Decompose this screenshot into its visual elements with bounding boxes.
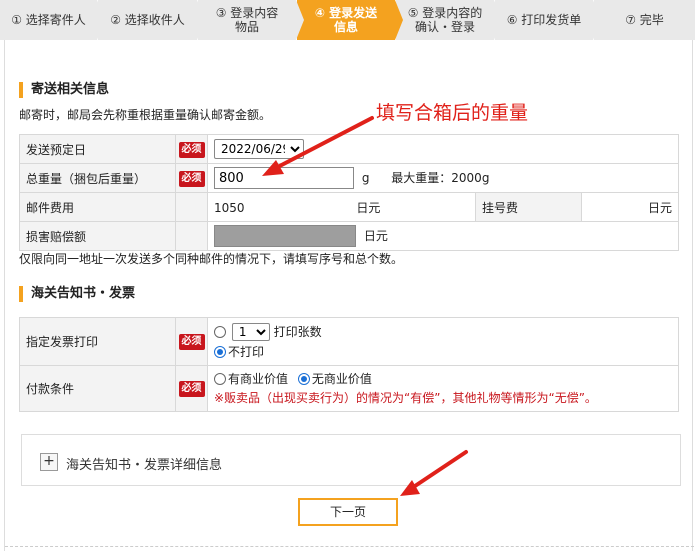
required-badge: 必须	[178, 141, 205, 158]
row-weight: 总重量（捆包后重量） 必须 g 最大重量：2000g	[19, 163, 679, 193]
copies-label: 打印张数	[273, 324, 322, 339]
main-content: 寄送相关信息 邮寄时，邮局会先称重根据重量确认邮寄金额。 发送预定日 必须 20…	[4, 40, 694, 551]
copies-select[interactable]: 1	[231, 322, 270, 341]
step-6-label: ⑥ 打印发货单	[506, 13, 582, 27]
section-title-customs: 海关告知书・发票	[19, 286, 135, 302]
no-commercial-value-radio[interactable]	[297, 372, 310, 385]
print-invoice-radio[interactable]	[214, 325, 226, 338]
send-date-label: 发送预定日	[19, 134, 176, 164]
step-1-label: ① 选择寄件人	[11, 13, 86, 27]
step-3-label: ③ 登录内容 物品	[215, 6, 279, 34]
step-7: ⑦ 完毕	[594, 0, 695, 40]
required-badge: 必须	[178, 170, 205, 187]
step-6: ⑥ 打印发货单	[495, 0, 601, 40]
commercial-value-radio[interactable]	[214, 372, 226, 385]
step-7-label: ⑦ 完毕	[625, 13, 664, 27]
required-badge: 必须	[178, 381, 205, 397]
max-weight-text: 最大重量：2000g	[391, 170, 490, 185]
section-title-shipping: 寄送相关信息	[19, 82, 109, 98]
annotation-text: 填写合箱后的重量	[376, 102, 529, 124]
send-date-select[interactable]: 2022/06/29	[214, 139, 304, 159]
step-5: ⑤ 登录内容的 确认・登录	[396, 0, 502, 40]
step-4: ④ 登录发送 信息	[297, 0, 403, 40]
step-2-label: ② 选择收件人	[110, 13, 185, 27]
insurance-unit: 日元	[363, 228, 388, 243]
step-5-label: ⑤ 登录内容的 确认・登录	[407, 6, 483, 34]
customs-detail-label[interactable]: 海关告知书・发票详细信息	[66, 454, 222, 473]
shipping-info-table: 发送预定日 必须 2022/06/29 总重量（捆包后重量） 必须 g 最大重量…	[19, 134, 679, 251]
step-progress-bar: ① 选择寄件人 ② 选择收件人 ③ 登录内容 物品 ④ 登录发送 信息 ⑤ 登录…	[0, 0, 697, 40]
row-send-date: 发送预定日 必须 2022/06/29	[19, 134, 679, 164]
no-print-label: 不打印	[228, 344, 265, 359]
weight-unit: g	[361, 170, 370, 185]
registered-fee-label: 挂号费	[475, 192, 582, 222]
no-commercial-value-label: 无商业价值	[311, 371, 372, 386]
insurance-label: 损害赔偿额	[19, 221, 176, 251]
payment-note: ※贩卖品（出现买卖行为）的情况为“有偿”，其他礼物等情形为“无偿”。	[214, 390, 597, 405]
row-payment: 付款条件 必须 有商业价值 无商业价值 ※贩卖品（出现买卖行为）的情况为“有偿”…	[19, 365, 679, 412]
insurance-input-disabled	[214, 225, 356, 247]
multi-item-note: 仅限向同一地址一次发送多个同种邮件的情况下，请填写序号和总个数。	[19, 252, 404, 266]
invoice-label: 指定发票打印	[19, 317, 176, 366]
step-1: ① 选择寄件人	[0, 0, 105, 40]
payment-label: 付款条件	[19, 365, 176, 412]
weight-input[interactable]	[214, 167, 354, 189]
postage-label: 邮件费用	[19, 192, 176, 222]
registered-fee-unit: 日元	[581, 192, 679, 222]
row-invoice: 指定发票打印 必须 1 打印张数 不打印	[19, 317, 679, 366]
step-4-label: ④ 登录发送 信息	[314, 6, 378, 34]
row-insurance: 损害赔偿额 日元	[19, 221, 679, 251]
row-postage: 邮件费用 1050 日元 挂号费 日元	[19, 192, 679, 222]
expand-button[interactable]: +	[40, 453, 58, 471]
customs-table: 指定发票打印 必须 1 打印张数 不打印 付款条件 必须 有商业价值 无商业价值…	[19, 317, 679, 412]
weighing-note: 邮寄时，邮局会先称重根据重量确认邮寄金额。	[19, 108, 272, 122]
next-page-button[interactable]: 下一页	[298, 498, 398, 526]
customs-detail-panel: + 海关告知书・发票详细信息	[21, 434, 681, 486]
step-3: ③ 登录内容 物品	[198, 0, 304, 40]
no-print-radio[interactable]	[214, 345, 226, 358]
commercial-value-label: 有商业价值	[228, 371, 289, 386]
postage-value: 1050	[214, 200, 245, 215]
step-2: ② 选择收件人	[98, 0, 205, 40]
divider	[5, 546, 694, 547]
postage-unit: 日元	[356, 200, 381, 215]
weight-label: 总重量（捆包后重量）	[19, 163, 176, 193]
required-badge: 必须	[178, 334, 205, 350]
